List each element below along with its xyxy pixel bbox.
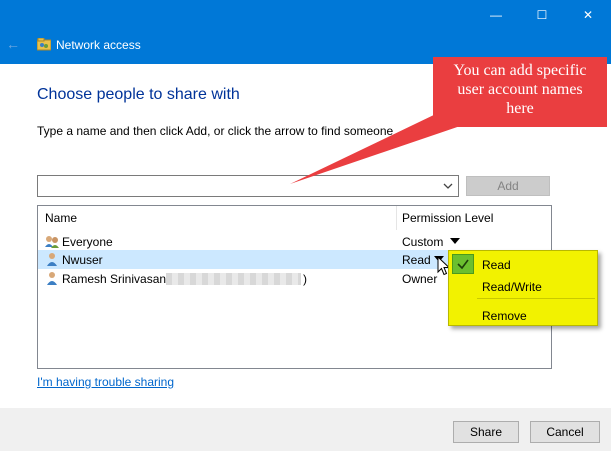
- caret-down-icon[interactable]: [450, 238, 460, 244]
- footer-bar: [0, 408, 611, 451]
- menu-item-label: Read: [482, 258, 511, 272]
- title-bar: — ☐ ✕ ← Network access: [0, 0, 611, 64]
- row-name: Everyone: [62, 235, 113, 249]
- instruction-text: Type a name and then click Add, or click…: [37, 124, 394, 138]
- user-icon: [47, 272, 57, 285]
- row-name: Ramesh Srinivasan: [62, 272, 167, 286]
- callout-line: user account names: [457, 81, 583, 98]
- row-name: Nwuser: [62, 253, 103, 267]
- callout-line: here: [506, 100, 534, 117]
- chevron-down-icon[interactable]: [442, 179, 454, 193]
- menu-item-read[interactable]: Read: [449, 253, 597, 275]
- row-name-suffix: ): [303, 272, 307, 286]
- callout-line: You can add specific: [453, 62, 587, 79]
- group-icon: [45, 236, 59, 248]
- permission-value[interactable]: Read: [402, 253, 431, 267]
- permission-value: Owner: [402, 272, 438, 286]
- back-arrow-icon[interactable]: ←: [6, 36, 20, 52]
- network-share-icon: [37, 38, 51, 51]
- menu-item-label: Remove: [482, 309, 527, 323]
- cancel-button[interactable]: Cancel: [530, 421, 600, 443]
- add-button[interactable]: Add: [466, 176, 550, 196]
- menu-item-remove[interactable]: Remove: [449, 304, 597, 326]
- menu-divider: [477, 298, 595, 299]
- checkmark-icon: [452, 254, 474, 274]
- menu-item-label: Read/Write: [482, 280, 542, 294]
- name-input[interactable]: [38, 176, 438, 196]
- column-header-permission[interactable]: Permission Level: [402, 211, 493, 225]
- column-header-name[interactable]: Name: [45, 211, 77, 225]
- redacted-email: [166, 273, 301, 285]
- share-button[interactable]: Share: [453, 421, 519, 443]
- column-divider[interactable]: [396, 206, 397, 230]
- user-icon: [47, 253, 57, 266]
- list-header: Name Permission Level: [38, 206, 551, 230]
- maximize-button[interactable]: ☐: [519, 0, 565, 30]
- menu-item-read-write[interactable]: Read/Write: [449, 275, 597, 297]
- list-row-everyone[interactable]: Everyone Custom: [38, 232, 551, 251]
- page-title: Choose people to share with: [37, 86, 240, 103]
- callout-text: You can add specific user account names …: [433, 61, 607, 118]
- close-button[interactable]: ✕: [565, 0, 611, 30]
- window-title: Network access: [56, 38, 141, 52]
- permission-value[interactable]: Custom: [402, 235, 443, 249]
- name-combobox[interactable]: [37, 175, 459, 197]
- permission-menu: Read Read/Write Remove: [448, 250, 598, 326]
- minimize-button[interactable]: —: [473, 0, 519, 30]
- trouble-sharing-link[interactable]: I'm having trouble sharing: [37, 375, 174, 389]
